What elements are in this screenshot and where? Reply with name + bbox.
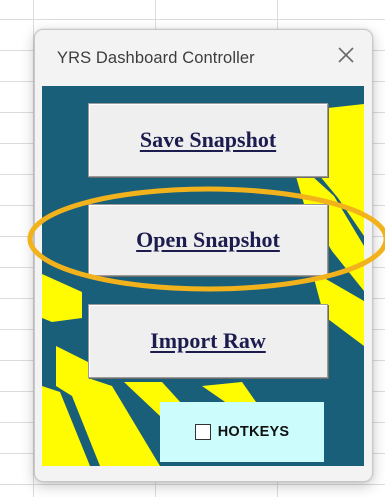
- hotkeys-label: HOTKEYS: [217, 424, 290, 440]
- hotkeys-option[interactable]: HOTKEYS: [160, 402, 324, 462]
- dashboard-controller-dialog: YRS Dashboard Controller Save Snapshot O…: [34, 29, 373, 482]
- open-snapshot-button[interactable]: Open Snapshot: [88, 204, 328, 276]
- save-snapshot-button[interactable]: Save Snapshot: [88, 103, 328, 177]
- window-title: YRS Dashboard Controller: [57, 49, 255, 67]
- close-button[interactable]: [334, 43, 358, 67]
- import-raw-button[interactable]: Import Raw: [88, 304, 328, 378]
- close-icon: [338, 47, 354, 63]
- controller-panel: Save Snapshot Open Snapshot Import Raw H…: [42, 86, 364, 466]
- title-bar[interactable]: YRS Dashboard Controller: [35, 30, 372, 86]
- hotkeys-checkbox[interactable]: [194, 424, 211, 440]
